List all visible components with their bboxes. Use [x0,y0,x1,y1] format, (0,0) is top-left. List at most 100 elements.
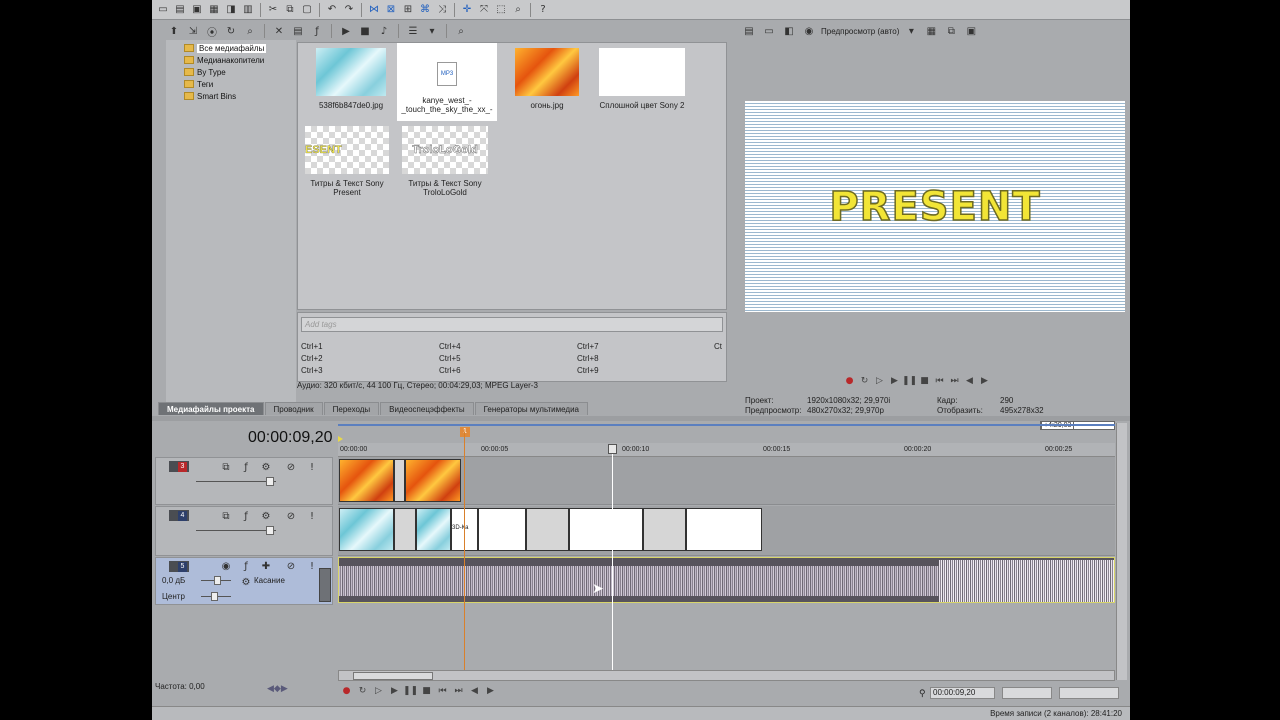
video-clip-ice[interactable] [339,508,394,551]
timeline-horizontal-scrollbar[interactable] [338,670,1115,681]
media-tile-solid-color[interactable]: Сплошной цвет Sony 2 [592,48,692,110]
split-screen-icon[interactable]: ◧ [781,23,797,39]
shortcut-slot[interactable]: Ctrl+7 [577,342,599,351]
copy-icon[interactable]: ⧉ [282,2,298,18]
playhead-handle[interactable] [608,444,617,454]
solo-icon[interactable]: ! [304,508,320,524]
play-icon[interactable]: ▶ [890,376,899,386]
media-tile-title-present[interactable]: ESENT Титры & Текст Sony Present [297,126,397,197]
video-clip-gap[interactable] [394,459,405,502]
track-header-3[interactable]: 3 ⧉ ƒ ⚙ ⊘ ! [155,457,333,505]
audio-clip[interactable] [338,557,1115,603]
solo-icon[interactable]: ! [304,459,320,475]
track-motion-icon[interactable]: ⧉ [218,459,234,475]
mute-icon[interactable]: ⊘ [283,558,299,574]
media-tile-mp3[interactable]: MP3 kanye_west_-_touch_the_sky_the_xx_-_… [397,43,497,121]
ripple-mode-icon[interactable]: ⊞ [400,2,416,18]
media-tile-fire[interactable]: огонь.jpg [497,48,597,110]
level-slider-thumb[interactable] [266,477,274,486]
marker-flag[interactable]: 1 [460,427,470,437]
play-icon[interactable]: ▶ [390,686,399,696]
save-icon[interactable]: ▣ [189,2,205,18]
shortcut-slot[interactable]: Ctrl+9 [577,366,599,375]
previous-frame-icon[interactable]: ◀ [470,686,479,696]
tab-project-media[interactable]: Медиафайлы проекта [158,402,264,415]
auto-preview-icon[interactable]: ♪ [376,23,392,39]
up-folder-icon[interactable]: ⬆ [166,23,182,39]
import-icon[interactable]: ⇲ [185,23,201,39]
video-clip-gap[interactable] [526,508,569,551]
track-fx-icon[interactable]: ƒ [238,508,254,524]
views-icon[interactable]: ☰ [405,23,421,39]
automation-mode[interactable]: Касание [254,576,285,585]
selection-start-field[interactable] [1002,687,1052,699]
properties-icon[interactable]: ▥ [240,2,256,18]
shortcut-slot[interactable]: Ctrl+5 [439,354,461,363]
delete-icon[interactable]: ✕ [271,23,287,39]
automation-settings-icon[interactable]: ⚙ [238,574,254,590]
shortcut-slot[interactable]: Ctrl+4 [439,342,461,351]
tree-item-smart-bins[interactable]: Smart Bins [166,90,296,102]
shortcut-slot[interactable]: Ctrl+6 [439,366,461,375]
overlays-icon[interactable]: ◉ [801,23,817,39]
track-lane-3[interactable] [338,457,1115,505]
record-icon[interactable]: ● [342,686,351,696]
shortcut-slot[interactable]: Ctrl+2 [301,354,323,363]
timeline-vertical-scrollbar[interactable] [1116,423,1127,680]
preview-quality-dropdown[interactable]: Предпросмотр (авто) [821,27,899,36]
play-from-start-icon[interactable]: ▷ [374,686,383,696]
next-frame-icon[interactable]: ▶ [486,686,495,696]
video-clip-fire[interactable] [339,459,394,502]
redo-icon[interactable]: ↷ [341,2,357,18]
capture-icon[interactable]: ⦿ [204,23,220,39]
stop-icon[interactable]: ■ [422,686,431,696]
video-clip-solid[interactable] [478,508,526,551]
preview-properties-icon[interactable]: ▤ [741,23,757,39]
play-icon[interactable]: ▶ [338,23,354,39]
media-tile-ice[interactable]: 538f6b847de0.jpg [301,48,401,110]
automation-icon[interactable]: ✚ [258,558,274,574]
zoom-tool-icon[interactable]: ⌕ [510,2,526,18]
tree-item-media-bins[interactable]: Медианакопители [166,54,296,66]
track-fx-icon[interactable]: ƒ [238,558,254,574]
render-icon[interactable]: ◨ [223,2,239,18]
cursor-position-field[interactable]: 00:00:09,20 [930,687,995,699]
tab-explorer[interactable]: Проводник [264,402,323,415]
mute-icon[interactable]: ⊘ [283,459,299,475]
track-motion-icon[interactable]: ⧉ [218,508,234,524]
pause-icon[interactable]: ❚❚ [902,376,917,386]
level-slider[interactable] [196,481,276,482]
tree-item-by-type[interactable]: By Type [166,66,296,78]
tab-media-generators[interactable]: Генераторы мультимедиа [474,402,589,415]
solo-icon[interactable]: ! [304,558,320,574]
video-clip-solid[interactable] [569,508,643,551]
add-tags-input[interactable]: Add tags [301,317,723,332]
tree-item-tags[interactable]: Теги [166,78,296,90]
go-to-start-icon[interactable]: ⏮ [935,376,944,386]
video-clip-fire[interactable] [405,459,461,502]
lock-envelopes-icon[interactable]: ⌘ [417,2,433,18]
track-header-5[interactable]: 5 ◉ ƒ ✚ ⊘ ! 0,0 дБ ⚙ Касание Центр [155,557,333,605]
loop-icon[interactable]: ↻ [860,376,869,386]
compositing-mode-icon[interactable]: ⚙ [258,508,274,524]
play-from-start-icon[interactable]: ▷ [875,376,884,386]
pause-icon[interactable]: ❚❚ [403,686,418,696]
video-clip-solid[interactable] [686,508,762,551]
normal-edit-tool-icon[interactable]: ✛ [459,2,475,18]
compositing-mode-icon[interactable]: ⚙ [258,459,274,475]
shortcut-slot[interactable]: Ctrl+3 [301,366,323,375]
chevron-down-icon[interactable]: ▾ [424,23,440,39]
selection-tool-icon[interactable]: ⬚ [493,2,509,18]
loop-region-bar[interactable] [338,424,1115,426]
go-to-start-icon[interactable]: ⏮ [438,686,447,696]
save-as-icon[interactable]: ▦ [206,2,222,18]
selection-length-field[interactable] [1059,687,1119,699]
properties-icon[interactable]: ▤ [290,23,306,39]
go-to-end-icon[interactable]: ⏭ [950,376,959,386]
stop-icon[interactable]: ■ [920,376,929,386]
fx-icon[interactable]: ƒ [309,23,325,39]
paste-icon[interactable]: ▢ [299,2,315,18]
auto-crossfade-icon[interactable]: ⤨ [434,2,450,18]
tab-video-fx[interactable]: Видеоспецэффекты [380,402,474,415]
undo-icon[interactable]: ↶ [324,2,340,18]
